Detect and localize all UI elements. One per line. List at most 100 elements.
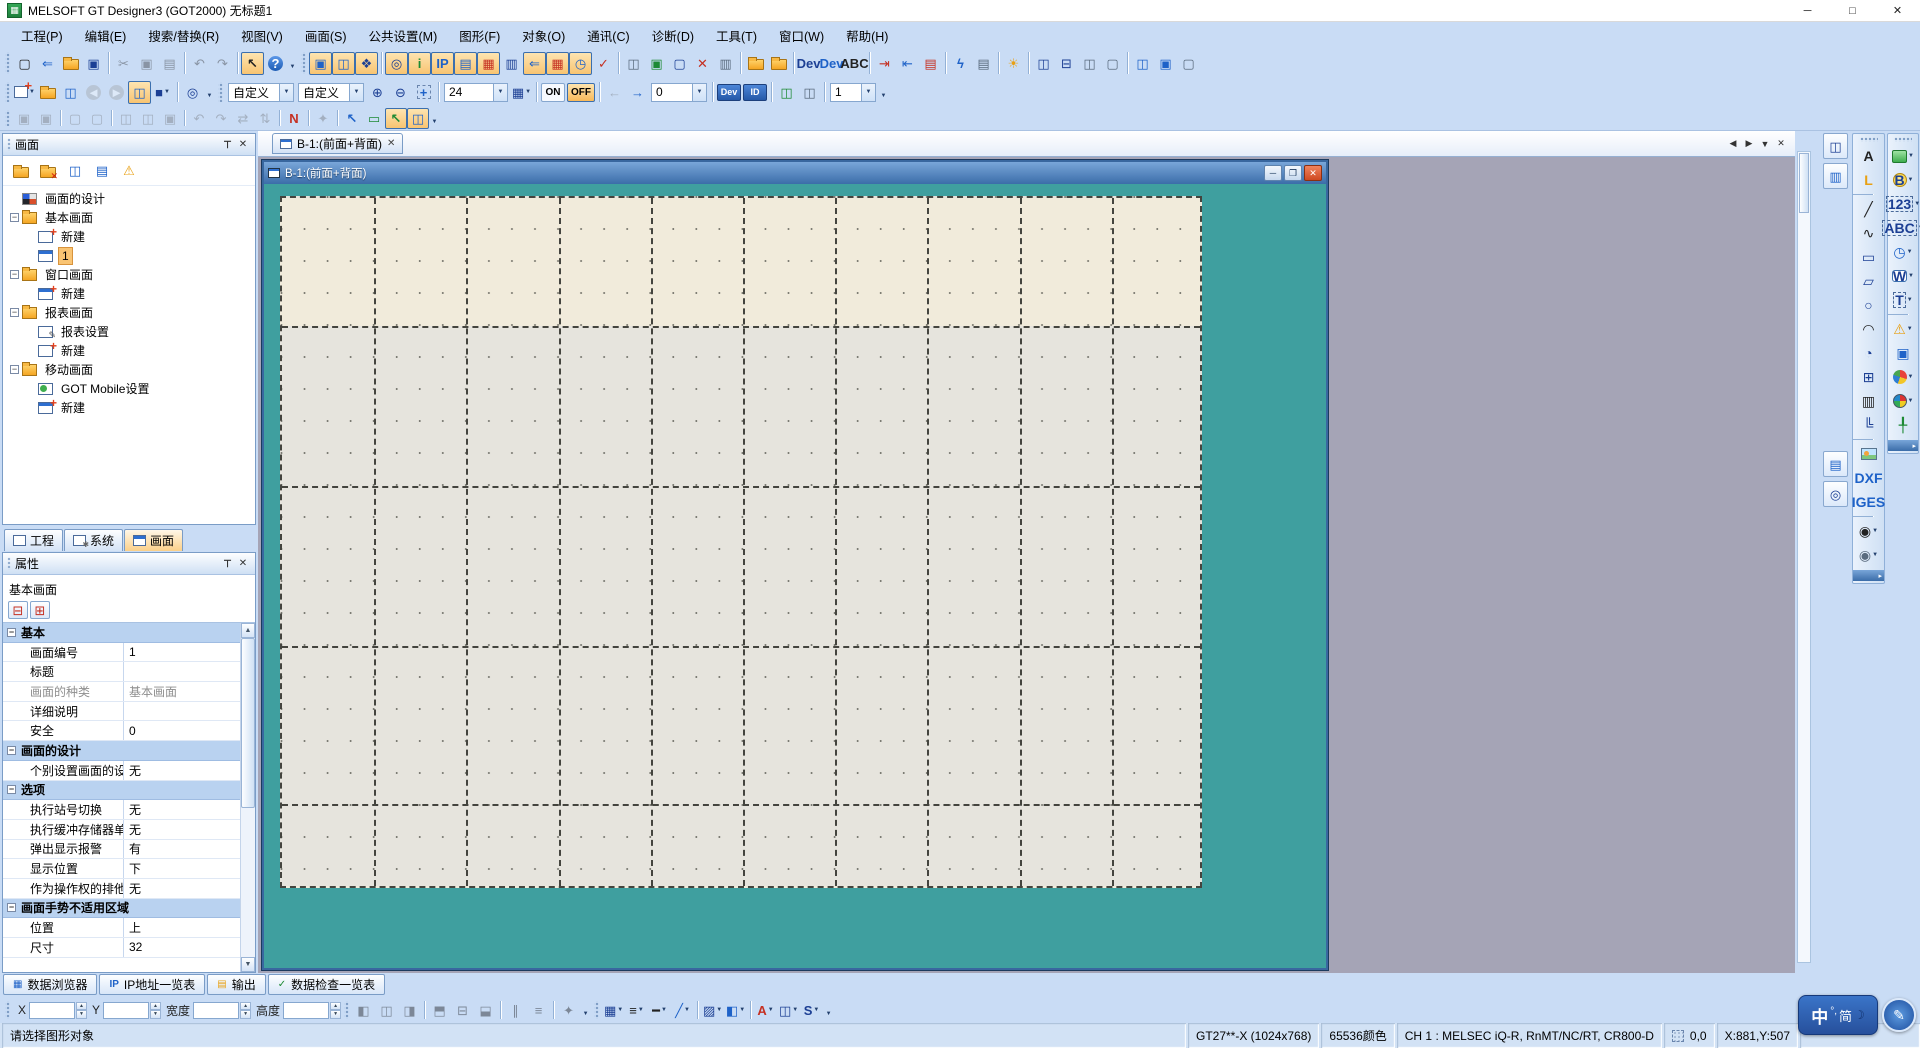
clock-object[interactable]: ◷▼ (1890, 240, 1916, 264)
stepper-up-icon[interactable]: ▲ (330, 1002, 341, 1011)
property-row[interactable]: 显示位置下 (3, 859, 240, 879)
id-display-toggle[interactable]: ID (743, 84, 767, 101)
property-value[interactable]: 无 (123, 761, 240, 780)
alarm-object[interactable]: ⚠▼ (1890, 317, 1916, 341)
print-warning-button[interactable]: ⚠ (117, 159, 141, 183)
rectangle-tool[interactable]: ▭ (1856, 245, 1882, 269)
system-alarm-button[interactable]: ϟ (949, 52, 972, 75)
chevron-down-icon[interactable]: ▼ (861, 84, 875, 101)
property-row[interactable]: 画面编号1 (3, 643, 240, 663)
menu-item-工具[interactable]: 工具(T) (705, 22, 768, 49)
tree-collapse-icon[interactable]: − (10, 270, 19, 279)
tab-close-icon[interactable]: ✕ (387, 138, 395, 149)
comment-display-object[interactable]: W▼ (1890, 264, 1916, 288)
prop-expand-all-button[interactable]: ⊞ (30, 601, 50, 619)
open-screen-button[interactable] (36, 81, 59, 104)
toolbar-overflow-button[interactable]: ▸ (1853, 570, 1884, 581)
property-row[interactable]: 作为操作权的排他控制无 (3, 879, 240, 899)
property-group-header[interactable]: −画面手势不适用区域 (3, 899, 240, 919)
maximize-button[interactable]: □ (1830, 0, 1875, 21)
data-list-button[interactable]: ▥ (500, 52, 523, 75)
numeric-display-object[interactable]: 123▼ (1890, 192, 1916, 216)
chevron-down-icon[interactable]: ▼ (279, 84, 293, 101)
tab-data-check-list[interactable]: ✓数据检查一览表 (268, 974, 385, 995)
panel-grip[interactable] (7, 138, 11, 151)
document-delete-button[interactable]: ▤ (919, 52, 942, 75)
tree-item[interactable]: 报表设置 (3, 322, 255, 341)
table-tool[interactable]: ⊞ (1856, 365, 1882, 389)
coord-stepper-高度[interactable]: ▲▼ (330, 1002, 341, 1019)
property-row[interactable]: 标题 (3, 662, 240, 682)
property-value[interactable]: 有 (123, 840, 240, 859)
tree-item[interactable]: 画面的设计 (3, 189, 255, 208)
toolbar-grip[interactable] (5, 110, 10, 126)
close-icon[interactable]: ✕ (235, 137, 251, 153)
frame-color-button[interactable]: ◫▼ (777, 999, 800, 1022)
capture-region-tool[interactable]: ◉▼ (1856, 543, 1882, 567)
logo-tool[interactable]: L (1856, 168, 1882, 192)
property-row[interactable]: 画面的种类基本画面 (3, 682, 240, 702)
screen-export-button[interactable]: ⇤ (896, 52, 919, 75)
tree-collapse-icon[interactable]: − (10, 308, 19, 317)
gradient-button[interactable]: ◧▼ (724, 999, 747, 1022)
window-close-button[interactable]: ✕ (691, 52, 714, 75)
menu-item-通讯[interactable]: 通讯(C) (576, 22, 640, 49)
tree-item[interactable]: −窗口画面 (3, 265, 255, 284)
toolbar-overflow-button[interactable]: ▼ (580, 1001, 591, 1019)
menu-item-画面[interactable]: 画面(S) (294, 22, 358, 49)
scroll-up-icon[interactable]: ▲ (241, 623, 255, 638)
lamp-object[interactable]: B▼ (1890, 168, 1916, 192)
mdi-minimize-button[interactable]: ─ (1264, 165, 1282, 181)
grid-settings-button[interactable]: ▦▼ (510, 81, 533, 104)
device-find-button[interactable]: Dev (797, 52, 820, 75)
toolbar-grip[interactable] (1860, 137, 1878, 142)
selection-frame-button[interactable]: ▢ (668, 52, 691, 75)
tree-item[interactable]: −移动画面 (3, 360, 255, 379)
iges-import-tool[interactable]: IGES (1856, 490, 1882, 514)
property-row[interactable]: 个别设置画面的设计无 (3, 761, 240, 781)
property-value[interactable]: 无 (123, 800, 240, 819)
property-value[interactable]: 基本画面 (123, 682, 240, 701)
device-on-button[interactable]: ON (541, 83, 565, 102)
line-tool[interactable]: ╱ (1856, 197, 1882, 221)
zoom-fit-button[interactable]: + (412, 81, 435, 104)
scroll-down-icon[interactable]: ▼ (241, 957, 255, 972)
mdi-close-button[interactable]: ✕ (1304, 165, 1322, 181)
text-display-object[interactable]: ABC▼ (1890, 216, 1916, 240)
tree-item[interactable]: 新建 (3, 227, 255, 246)
zoom-out-button[interactable]: ⊖ (389, 81, 412, 104)
graph-object[interactable]: ▼ (1890, 365, 1916, 389)
coord-input-高度[interactable] (283, 1002, 329, 1019)
property-row[interactable]: 位置上 (3, 918, 240, 938)
workspace-scrollbar[interactable] (1797, 151, 1811, 963)
delete-screen-button[interactable] (36, 159, 60, 183)
property-value[interactable]: 下 (123, 859, 240, 878)
state-next-button[interactable]: → (626, 81, 649, 104)
property-value[interactable] (123, 662, 240, 681)
line-color-button[interactable]: ╱▼ (671, 999, 694, 1022)
data-verify-button[interactable]: ▦ (546, 52, 569, 75)
polyline-tool[interactable]: ∿ (1856, 221, 1882, 245)
toolbar-grip[interactable] (594, 1001, 599, 1019)
chevron-down-icon[interactable]: ▼ (349, 84, 363, 101)
slider-object[interactable]: ╀ (1890, 413, 1916, 437)
editor-page-combo[interactable]: 1▼ (830, 83, 876, 102)
library-import-button[interactable] (767, 52, 790, 75)
state-combo[interactable]: 自定义▼ (228, 83, 294, 102)
ip-address-list-button[interactable]: IP (431, 52, 454, 75)
pin-icon[interactable]: ⊢ (219, 137, 235, 153)
tree-item[interactable]: 新建 (3, 284, 255, 303)
stepper-down-icon[interactable]: ▼ (150, 1010, 161, 1019)
open-project-button[interactable] (59, 52, 82, 75)
line-style-button[interactable]: ≡▼ (625, 999, 648, 1022)
parts-list-button[interactable]: ▥ (1823, 163, 1848, 189)
document-tab[interactable]: B-1:(前面+背面) ✕ (272, 133, 403, 154)
screen-property-button[interactable]: ◫ (59, 81, 82, 104)
tree-item[interactable]: −基本画面 (3, 208, 255, 227)
snap-grid-button[interactable]: ▦▼ (602, 999, 625, 1022)
menu-item-搜索/替换[interactable]: 搜索/替换(R) (137, 22, 230, 49)
fill-color-button[interactable]: ■▼ (151, 81, 174, 104)
screen-import-button[interactable]: ⇥ (873, 52, 896, 75)
property-value[interactable]: 无 (123, 879, 240, 898)
cursor-window-button[interactable]: ◫ (407, 108, 429, 129)
